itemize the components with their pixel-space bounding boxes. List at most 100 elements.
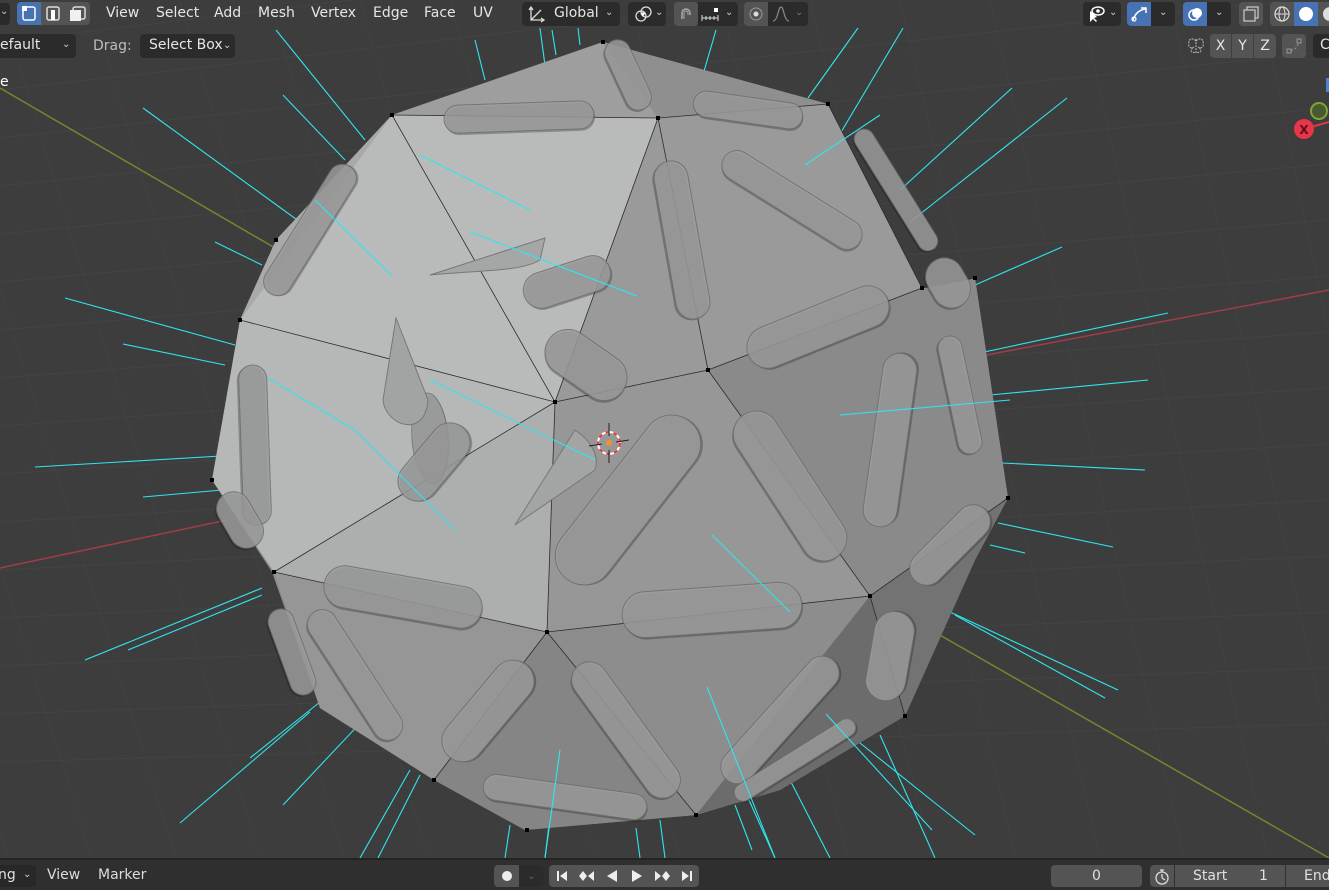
- options-dropdown[interactable]: C: [1313, 34, 1329, 58]
- mesh-vertex[interactable]: [656, 116, 660, 120]
- mesh-vertex[interactable]: [432, 778, 436, 782]
- proportional-falloff-dropdown[interactable]: ⌄: [768, 2, 808, 26]
- selectability-visibility-icon: [1090, 6, 1105, 22]
- mesh-vertex[interactable]: [553, 400, 557, 404]
- mesh-vertex[interactable]: [545, 630, 549, 634]
- 3d-viewport[interactable]: X e: [0, 0, 1329, 858]
- record-keyframe-button[interactable]: [494, 865, 519, 887]
- xray-toggle[interactable]: [1239, 2, 1263, 26]
- selectability-visibility-dropdown[interactable]: ⌄: [1083, 2, 1121, 26]
- mesh-vertex[interactable]: [238, 318, 242, 322]
- menu-face[interactable]: Face: [420, 4, 460, 22]
- jump-to-end-button[interactable]: [674, 865, 699, 887]
- play-reverse-icon: [606, 870, 617, 882]
- menu-add[interactable]: Add: [210, 4, 245, 22]
- menu-mesh[interactable]: Mesh: [254, 4, 299, 22]
- blender-edit-mode-window: X e ⌄ View Select Add Mesh Vertex Edge F…: [0, 0, 1329, 890]
- options-label: C: [1320, 37, 1329, 53]
- playback-controls: [549, 865, 699, 887]
- end-frame-field[interactable]: End: [1286, 865, 1329, 887]
- mesh-vertex[interactable]: [272, 570, 276, 574]
- jump-to-start-button[interactable]: [549, 865, 574, 887]
- current-frame-field[interactable]: 0: [1051, 865, 1142, 887]
- vertex-select-mode-button[interactable]: [17, 2, 41, 25]
- menu-vertex[interactable]: Vertex: [307, 4, 360, 22]
- pivot-icon: [635, 6, 652, 22]
- use-preview-range-toggle[interactable]: [1150, 865, 1174, 887]
- mirror-butterfly-icon: [1188, 38, 1204, 53]
- mesh-vertex[interactable]: [694, 813, 698, 817]
- start-frame-label: Start: [1193, 868, 1228, 884]
- play-button[interactable]: [624, 865, 649, 887]
- timeline-menu-marker[interactable]: Marker: [98, 867, 146, 883]
- chevron-down-icon: ⌄: [605, 7, 614, 18]
- material-shading-icon: [1323, 7, 1329, 21]
- transform-orientation-icon: [528, 5, 546, 23]
- proportional-edit-icon: [749, 7, 763, 21]
- gizmo-y-negative[interactable]: [1310, 102, 1328, 120]
- gizmo-icon: [1131, 7, 1147, 22]
- snap-toggle[interactable]: [674, 2, 698, 26]
- mesh-vertex[interactable]: [1006, 496, 1010, 500]
- wireframe-shading-button[interactable]: [1270, 2, 1294, 26]
- overlays-toggle[interactable]: [1183, 2, 1207, 26]
- chevron-down-icon: ⌄: [223, 40, 232, 51]
- material-shading-button[interactable]: [1318, 2, 1329, 26]
- mesh-vertex[interactable]: [706, 368, 710, 372]
- chevron-down-icon: ⌄: [655, 7, 664, 18]
- mesh-vertex[interactable]: [868, 594, 872, 598]
- menu-select[interactable]: Select: [152, 4, 203, 22]
- mirror-x-toggle[interactable]: X: [1210, 34, 1232, 58]
- gizmo-x-label: X: [1299, 123, 1309, 137]
- timeline-menu-view[interactable]: View: [47, 867, 80, 883]
- auto-merge-toggle[interactable]: [1282, 34, 1306, 58]
- transform-orientation-dropdown[interactable]: Global ⌄: [522, 2, 620, 26]
- mesh-vertex[interactable]: [525, 828, 529, 832]
- overlays-options-dropdown[interactable]: ⌄: [1207, 2, 1231, 26]
- solid-shading-button[interactable]: [1294, 2, 1318, 26]
- select-mode-group: [17, 2, 90, 25]
- mesh-vertex[interactable]: [973, 276, 977, 280]
- edge-select-mode-button[interactable]: [41, 2, 65, 25]
- prev-keyframe-button[interactable]: [574, 865, 599, 887]
- menu-uv[interactable]: UV: [469, 4, 497, 22]
- mesh-vertex[interactable]: [920, 286, 924, 290]
- mode-dropdown[interactable]: ⌄: [0, 3, 10, 25]
- vertex-select-icon: [22, 6, 36, 21]
- drag-select-value: Select Box: [149, 37, 223, 53]
- xray-toggle-icon: [1243, 6, 1259, 22]
- drag-select-dropdown[interactable]: Select Box ⌄: [140, 34, 235, 58]
- pivot-point-dropdown[interactable]: ⌄: [628, 2, 666, 26]
- embossed-pill: [443, 100, 596, 136]
- mirror-y-toggle[interactable]: Y: [1232, 34, 1254, 58]
- editor-type-dropdown[interactable]: ng ⌄: [0, 865, 36, 887]
- start-frame-field[interactable]: Start 1: [1175, 865, 1285, 887]
- proportional-edit-toggle[interactable]: [744, 2, 768, 26]
- mirror-z-toggle[interactable]: Z: [1254, 34, 1276, 58]
- gizmo-toggle[interactable]: [1127, 2, 1151, 26]
- mesh-vertex[interactable]: [826, 102, 830, 106]
- overlays-icon: [1188, 8, 1202, 21]
- keymap-preset-dropdown[interactable]: efault ⌄: [0, 34, 76, 58]
- mesh-vertex[interactable]: [210, 478, 214, 482]
- transform-orientation-label: Global: [554, 5, 599, 21]
- menu-edge[interactable]: Edge: [369, 4, 412, 22]
- gizmo-options-dropdown[interactable]: ⌄: [1151, 2, 1175, 26]
- editor-type-label: ng: [0, 867, 16, 883]
- face-select-icon: [70, 6, 86, 21]
- mesh-vertex[interactable]: [274, 238, 278, 242]
- face-select-mode-button[interactable]: [65, 2, 90, 25]
- mesh-vertex[interactable]: [390, 113, 394, 117]
- menu-view[interactable]: View: [102, 4, 143, 22]
- play-reverse-button[interactable]: [599, 865, 624, 887]
- play-icon: [631, 870, 642, 882]
- drag-label: Drag:: [93, 38, 132, 54]
- solid-shading-icon: [1299, 7, 1313, 21]
- jump-end-icon: [681, 871, 692, 881]
- snap-target-dropdown[interactable]: ⌄: [698, 2, 738, 26]
- next-keyframe-button[interactable]: [649, 865, 674, 887]
- viewport-canvas[interactable]: X: [0, 0, 1329, 858]
- auto-keying-options-dropdown[interactable]: ⌄: [519, 865, 544, 887]
- mesh-vertex[interactable]: [903, 714, 907, 718]
- chevron-down-icon: ⌄: [62, 39, 71, 50]
